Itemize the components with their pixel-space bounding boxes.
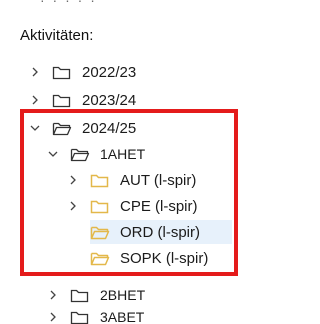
tree-item-2022-23[interactable]: 2022/23 (28, 60, 136, 84)
tree-item-label: AUT (l-spir) (120, 171, 197, 189)
tree-item-3abet[interactable]: 3ABET (46, 305, 144, 324)
tree-item-label: ORD (l-spir) (120, 223, 200, 241)
tree-item-ord[interactable]: ORD (l-spir) (90, 220, 232, 244)
tree-item-label: 2BHET (100, 287, 146, 303)
tree-item-label: CPE (l-spir) (120, 197, 198, 215)
folder-icon (70, 287, 90, 303)
tree-item-sopk[interactable]: SOPK (l-spir) (90, 246, 208, 270)
tree-item-2bhet[interactable]: 2BHET (46, 283, 145, 307)
folder-icon (70, 309, 90, 324)
folder-icon (90, 172, 110, 188)
folder-open-icon (52, 120, 72, 136)
chevron-down-icon[interactable] (28, 121, 42, 135)
tree-item-label: 3ABET (100, 309, 145, 324)
tree-item-label: 1AHET (100, 146, 146, 162)
tree-item-label: 2022/23 (82, 63, 137, 81)
tree-item-label: SOPK (l-spir) (120, 249, 209, 267)
chevron-right-icon[interactable] (28, 93, 42, 107)
tree-item-1ahet[interactable]: 1AHET (46, 142, 145, 166)
folder-icon (52, 92, 72, 108)
chevron-right-icon[interactable] (46, 310, 60, 324)
chevron-right-icon[interactable] (66, 173, 80, 187)
tree-item-cpe[interactable]: CPE (l-spir) (66, 194, 198, 218)
tree-item-2024-25[interactable]: 2024/25 (28, 116, 136, 140)
folder-open-icon (70, 146, 90, 162)
tree-item-label: 2023/24 (82, 91, 137, 109)
folder-icon (52, 64, 72, 80)
activities-heading: Aktivitäten: (20, 27, 94, 44)
chevron-down-icon[interactable] (46, 147, 60, 161)
folder-icon (90, 198, 110, 214)
activities-tree-panel: · · · · · Aktivitäten: 2022/23 2023/24 2… (0, 0, 306, 324)
chevron-right-icon[interactable] (46, 288, 60, 302)
tree-item-2023-24[interactable]: 2023/24 (28, 88, 136, 112)
chevron-right-icon[interactable] (66, 199, 80, 213)
folder-open-icon (90, 224, 110, 240)
cropped-top-fragment: · · · · · (40, 0, 180, 4)
folder-open-icon (90, 250, 110, 266)
chevron-right-icon[interactable] (28, 65, 42, 79)
tree-item-aut[interactable]: AUT (l-spir) (66, 168, 196, 192)
tree-item-label: 2024/25 (82, 119, 137, 137)
